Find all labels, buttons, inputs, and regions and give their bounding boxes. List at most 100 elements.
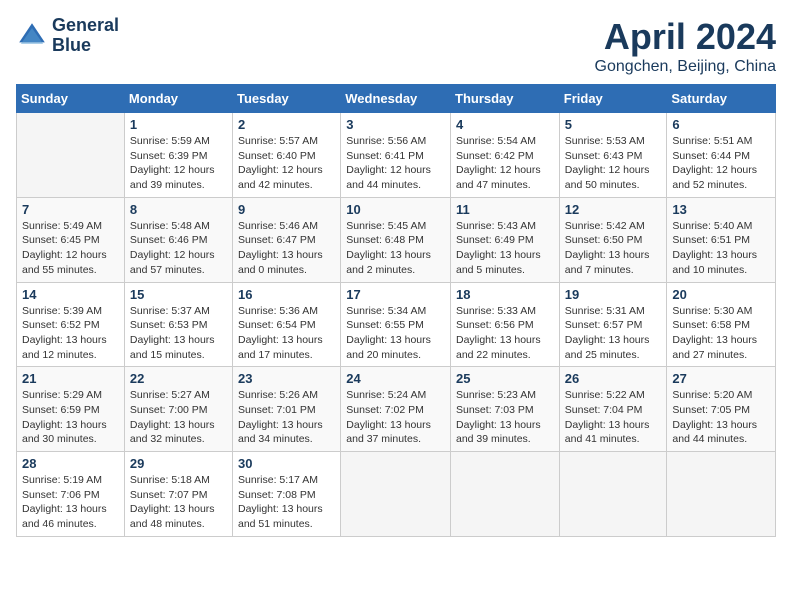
title-block: April 2024 Gongchen, Beijing, China	[595, 16, 776, 76]
calendar-cell: 1 Sunrise: 5:59 AM Sunset: 6:39 PM Daylig…	[124, 113, 232, 198]
day-number: 22	[130, 371, 227, 386]
day-number: 23	[238, 371, 335, 386]
day-number: 15	[130, 287, 227, 302]
calendar-cell: 25 Sunrise: 5:23 AM Sunset: 7:03 PM Dayli…	[451, 367, 560, 452]
day-info: Sunrise: 5:27 AM Sunset: 7:00 PM Dayligh…	[130, 388, 227, 447]
day-info: Sunrise: 5:51 AM Sunset: 6:44 PM Dayligh…	[672, 134, 770, 193]
calendar-cell: 11Sunrise: 5:43 AM Sunset: 6:49 PM Dayli…	[451, 197, 560, 282]
page-header: General Blue April 2024 Gongchen, Beijin…	[16, 16, 776, 76]
calendar-week-3: 14Sunrise: 5:39 AM Sunset: 6:52 PM Dayli…	[17, 282, 776, 367]
day-info: Sunrise: 5:57 AM Sunset: 6:40 PM Dayligh…	[238, 134, 335, 193]
day-info: Sunrise: 5:19 AM Sunset: 7:06 PM Dayligh…	[22, 473, 119, 532]
calendar-cell: 15 Sunrise: 5:37 AM Sunset: 6:53 PM Dayli…	[124, 282, 232, 367]
day-info: Sunrise: 5:46 AM Sunset: 6:47 PM Dayligh…	[238, 219, 335, 278]
calendar-cell: 10 Sunrise: 5:45 AM Sunset: 6:48 PM Dayli…	[341, 197, 451, 282]
day-info: Sunrise: 5:45 AM Sunset: 6:48 PM Dayligh…	[346, 219, 445, 278]
day-header-tuesday: Tuesday	[233, 85, 341, 113]
calendar-cell: 17 Sunrise: 5:34 AM Sunset: 6:55 PM Dayli…	[341, 282, 451, 367]
calendar-cell: 22 Sunrise: 5:27 AM Sunset: 7:00 PM Dayli…	[124, 367, 232, 452]
day-header-friday: Friday	[559, 85, 667, 113]
calendar-cell	[667, 452, 776, 537]
calendar-table: SundayMondayTuesdayWednesdayThursdayFrid…	[16, 84, 776, 537]
day-number: 11	[456, 202, 554, 217]
day-header-sunday: Sunday	[17, 85, 125, 113]
calendar-cell: 16 Sunrise: 5:36 AM Sunset: 6:54 PM Dayli…	[233, 282, 341, 367]
day-header-wednesday: Wednesday	[341, 85, 451, 113]
day-number: 30	[238, 456, 335, 471]
calendar-cell: 6Sunrise: 5:51 AM Sunset: 6:44 PM Daylig…	[667, 113, 776, 198]
calendar-body: 1 Sunrise: 5:59 AM Sunset: 6:39 PM Daylig…	[17, 113, 776, 537]
day-number: 27	[672, 371, 770, 386]
day-info: Sunrise: 5:34 AM Sunset: 6:55 PM Dayligh…	[346, 304, 445, 363]
day-info: Sunrise: 5:36 AM Sunset: 6:54 PM Dayligh…	[238, 304, 335, 363]
logo: General Blue	[16, 16, 119, 56]
day-number: 14	[22, 287, 119, 302]
day-number: 21	[22, 371, 119, 386]
day-number: 29	[130, 456, 227, 471]
day-info: Sunrise: 5:29 AM Sunset: 6:59 PM Dayligh…	[22, 388, 119, 447]
calendar-cell: 23 Sunrise: 5:26 AM Sunset: 7:01 PM Dayli…	[233, 367, 341, 452]
calendar-cell: 2 Sunrise: 5:57 AM Sunset: 6:40 PM Daylig…	[233, 113, 341, 198]
day-number: 18	[456, 287, 554, 302]
day-number: 13	[672, 202, 770, 217]
day-number: 25	[456, 371, 554, 386]
calendar-cell: 5 Sunrise: 5:53 AM Sunset: 6:43 PM Daylig…	[559, 113, 667, 198]
calendar-cell: 27Sunrise: 5:20 AM Sunset: 7:05 PM Dayli…	[667, 367, 776, 452]
day-info: Sunrise: 5:54 AM Sunset: 6:42 PM Dayligh…	[456, 134, 554, 193]
day-number: 8	[130, 202, 227, 217]
day-number: 1	[130, 117, 227, 132]
day-header-thursday: Thursday	[451, 85, 560, 113]
day-number: 10	[346, 202, 445, 217]
day-info: Sunrise: 5:49 AM Sunset: 6:45 PM Dayligh…	[22, 219, 119, 278]
location: Gongchen, Beijing, China	[595, 58, 776, 76]
day-number: 12	[565, 202, 662, 217]
day-info: Sunrise: 5:18 AM Sunset: 7:07 PM Dayligh…	[130, 473, 227, 532]
logo-icon	[16, 20, 48, 52]
day-header-saturday: Saturday	[667, 85, 776, 113]
calendar-cell: 28 Sunrise: 5:19 AM Sunset: 7:06 PM Dayli…	[17, 452, 125, 537]
day-info: Sunrise: 5:42 AM Sunset: 6:50 PM Dayligh…	[565, 219, 662, 278]
day-number: 20	[672, 287, 770, 302]
calendar-cell: 3Sunrise: 5:56 AM Sunset: 6:41 PM Daylig…	[341, 113, 451, 198]
calendar-cell: 24 Sunrise: 5:24 AM Sunset: 7:02 PM Dayli…	[341, 367, 451, 452]
calendar-cell: 30Sunrise: 5:17 AM Sunset: 7:08 PM Dayli…	[233, 452, 341, 537]
calendar-cell: 13 Sunrise: 5:40 AM Sunset: 6:51 PM Dayli…	[667, 197, 776, 282]
day-info: Sunrise: 5:22 AM Sunset: 7:04 PM Dayligh…	[565, 388, 662, 447]
day-number: 24	[346, 371, 445, 386]
calendar-week-5: 28 Sunrise: 5:19 AM Sunset: 7:06 PM Dayli…	[17, 452, 776, 537]
calendar-week-4: 21 Sunrise: 5:29 AM Sunset: 6:59 PM Dayli…	[17, 367, 776, 452]
month-title: April 2024	[595, 16, 776, 58]
day-number: 7	[22, 202, 119, 217]
calendar-cell: 20 Sunrise: 5:30 AM Sunset: 6:58 PM Dayli…	[667, 282, 776, 367]
day-number: 4	[456, 117, 554, 132]
day-number: 16	[238, 287, 335, 302]
logo-text: General Blue	[52, 16, 119, 56]
day-info: Sunrise: 5:24 AM Sunset: 7:02 PM Dayligh…	[346, 388, 445, 447]
calendar-cell: 4 Sunrise: 5:54 AM Sunset: 6:42 PM Daylig…	[451, 113, 560, 198]
day-number: 2	[238, 117, 335, 132]
calendar-header-row: SundayMondayTuesdayWednesdayThursdayFrid…	[17, 85, 776, 113]
day-header-monday: Monday	[124, 85, 232, 113]
day-number: 5	[565, 117, 662, 132]
day-info: Sunrise: 5:23 AM Sunset: 7:03 PM Dayligh…	[456, 388, 554, 447]
calendar-cell	[341, 452, 451, 537]
calendar-week-2: 7 Sunrise: 5:49 AM Sunset: 6:45 PM Daylig…	[17, 197, 776, 282]
calendar-cell: 7 Sunrise: 5:49 AM Sunset: 6:45 PM Daylig…	[17, 197, 125, 282]
calendar-cell: 18 Sunrise: 5:33 AM Sunset: 6:56 PM Dayli…	[451, 282, 560, 367]
day-info: Sunrise: 5:40 AM Sunset: 6:51 PM Dayligh…	[672, 219, 770, 278]
calendar-cell	[559, 452, 667, 537]
day-info: Sunrise: 5:26 AM Sunset: 7:01 PM Dayligh…	[238, 388, 335, 447]
day-info: Sunrise: 5:59 AM Sunset: 6:39 PM Dayligh…	[130, 134, 227, 193]
calendar-cell: 19Sunrise: 5:31 AM Sunset: 6:57 PM Dayli…	[559, 282, 667, 367]
day-info: Sunrise: 5:31 AM Sunset: 6:57 PM Dayligh…	[565, 304, 662, 363]
day-info: Sunrise: 5:37 AM Sunset: 6:53 PM Dayligh…	[130, 304, 227, 363]
day-info: Sunrise: 5:53 AM Sunset: 6:43 PM Dayligh…	[565, 134, 662, 193]
day-info: Sunrise: 5:30 AM Sunset: 6:58 PM Dayligh…	[672, 304, 770, 363]
day-number: 28	[22, 456, 119, 471]
day-info: Sunrise: 5:33 AM Sunset: 6:56 PM Dayligh…	[456, 304, 554, 363]
calendar-cell: 12 Sunrise: 5:42 AM Sunset: 6:50 PM Dayli…	[559, 197, 667, 282]
calendar-cell: 8Sunrise: 5:48 AM Sunset: 6:46 PM Daylig…	[124, 197, 232, 282]
day-number: 17	[346, 287, 445, 302]
day-number: 3	[346, 117, 445, 132]
calendar-cell: 14Sunrise: 5:39 AM Sunset: 6:52 PM Dayli…	[17, 282, 125, 367]
